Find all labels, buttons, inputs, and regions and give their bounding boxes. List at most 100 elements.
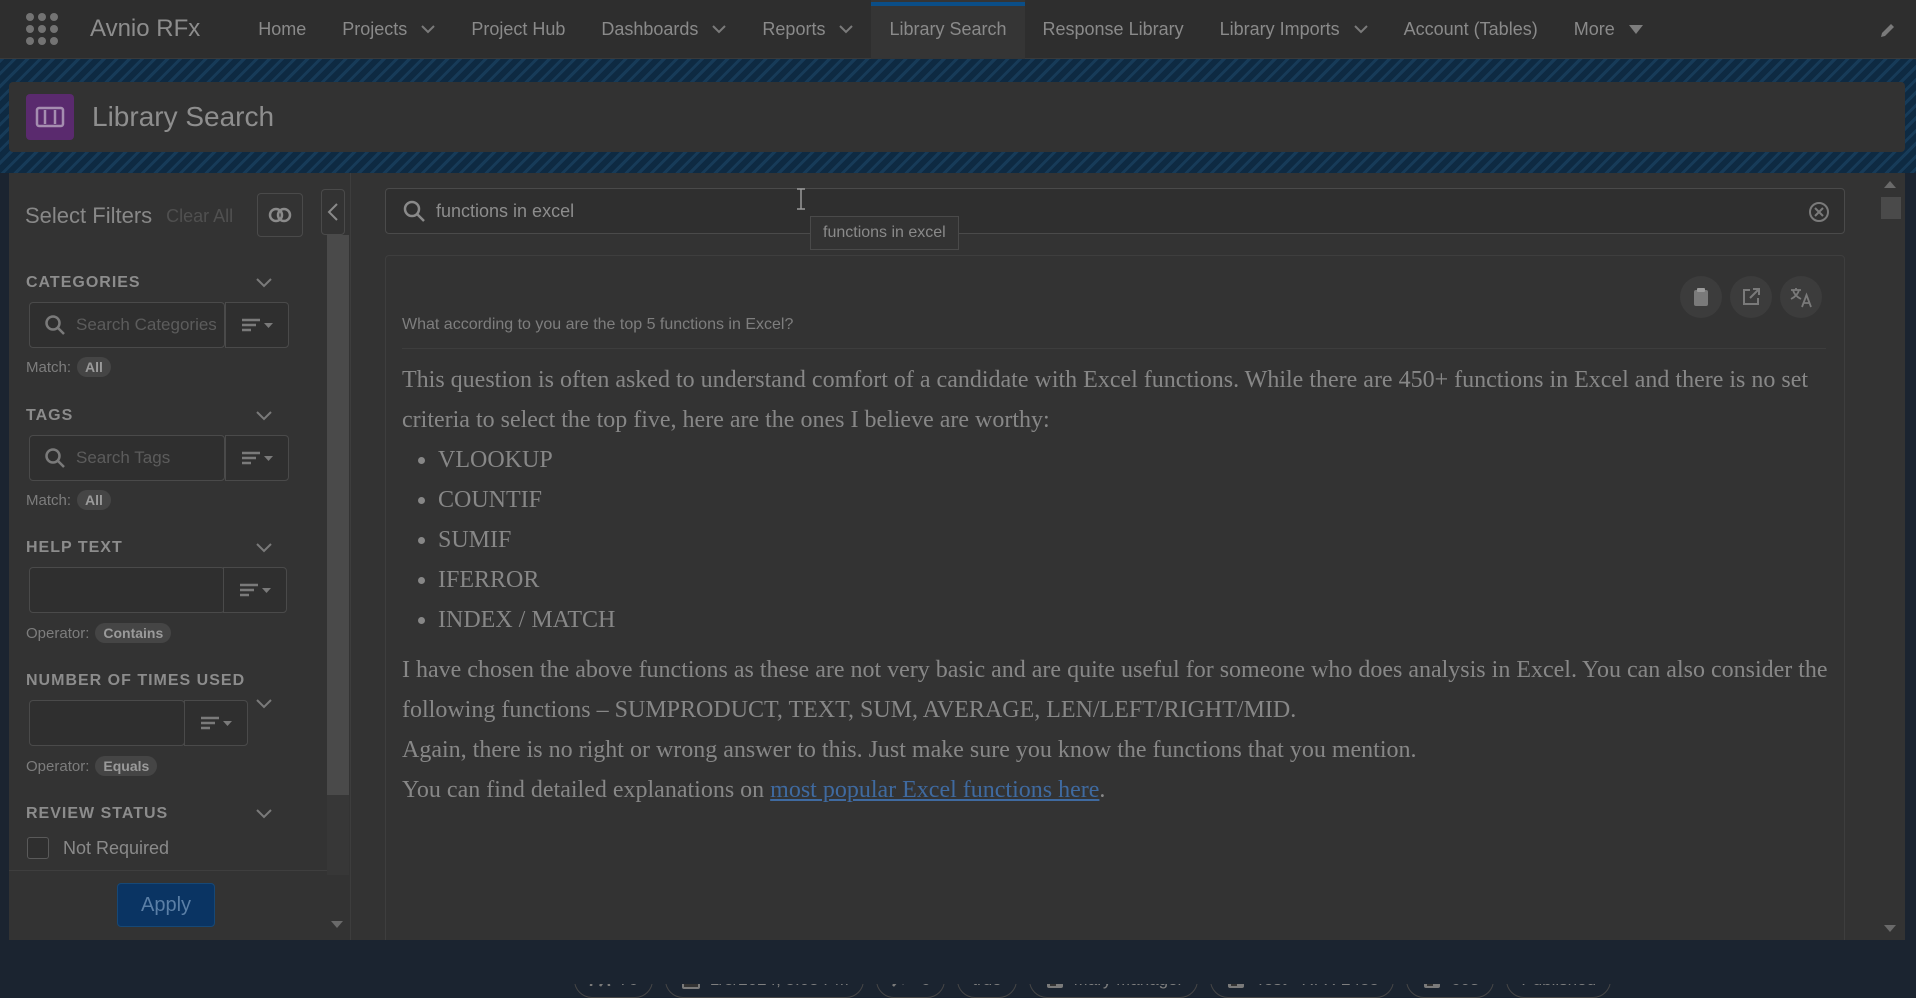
operator-value-pill[interactable]: Equals — [95, 756, 158, 776]
app-launcher-icon[interactable] — [22, 9, 62, 49]
nav-dashboards[interactable]: Dashboards — [583, 0, 744, 59]
nav-label: Library Imports — [1219, 18, 1340, 39]
content-scrollbar-track[interactable] — [1877, 173, 1903, 940]
nav-reports[interactable]: Reports — [744, 0, 871, 59]
checkbox[interactable] — [27, 837, 49, 859]
help-text-label: HELP TEXT — [26, 539, 123, 556]
nav-label: Library Search — [889, 18, 1007, 39]
apply-button[interactable]: Apply — [117, 883, 215, 927]
nav-label: Project Hub — [471, 18, 566, 39]
chevron-down-icon[interactable] — [421, 22, 436, 36]
chevron-down-icon[interactable] — [1353, 22, 1368, 36]
categories-sort-button[interactable] — [225, 302, 289, 348]
nav-more[interactable]: More — [1556, 0, 1661, 59]
tags-search-input[interactable]: Search Tags — [29, 435, 225, 481]
nav-label: More — [1573, 18, 1615, 39]
chevron-down-icon[interactable] — [255, 274, 273, 292]
main-area: Select Filters Clear All CATEGORIES Sear… — [9, 173, 1905, 998]
nav-label: Home — [258, 18, 307, 39]
answer-intro: This question is often asked to understa… — [402, 367, 1809, 433]
chevron-down-icon[interactable] — [255, 539, 273, 557]
book-icon — [26, 94, 74, 140]
excel-functions-link[interactable]: most popular Excel functions here — [770, 777, 1099, 803]
paragraph-text: You can find detailed explanations on — [402, 777, 771, 803]
copy-button[interactable] — [1680, 276, 1722, 318]
answer-paragraph-1: I have chosen the above functions as the… — [402, 657, 1828, 723]
times-used-operator: Operator: Equals — [26, 756, 158, 776]
match-value-pill[interactable]: All — [77, 490, 111, 510]
chevron-down-icon[interactable] — [255, 695, 273, 713]
categories-label: CATEGORIES — [26, 274, 141, 291]
page-title: Library Search — [92, 101, 275, 132]
library-search-input[interactable]: functions in excel — [385, 188, 1845, 234]
search-suggestion[interactable]: functions in excel — [810, 216, 959, 250]
nav-account-tables[interactable]: Account (Tables) — [1386, 0, 1556, 59]
operator-value-pill[interactable]: Contains — [95, 623, 172, 643]
sort-icon — [240, 583, 271, 597]
content-scroll-down-arrow[interactable] — [1884, 925, 1896, 932]
categories-search-input[interactable]: Search Categories — [29, 302, 225, 348]
pencil-icon[interactable] — [1878, 20, 1898, 40]
help-text-sort-button[interactable] — [223, 567, 287, 613]
nav-home[interactable]: Home — [240, 0, 324, 59]
translate-button[interactable] — [1780, 276, 1822, 318]
sidebar-scroll-down-arrow[interactable] — [331, 921, 343, 928]
app-name: Avnio RFx — [90, 15, 201, 42]
operator-label: Operator: — [26, 757, 90, 775]
help-text-operator: Operator: Contains — [26, 623, 172, 643]
open-external-button[interactable] — [1730, 276, 1772, 318]
bottom-strip — [0, 940, 1916, 984]
list-item: INDEX / MATCH — [438, 600, 1832, 640]
tags-placeholder: Search Tags — [76, 448, 171, 467]
clear-all-link[interactable]: Clear All — [166, 206, 233, 227]
answer-paragraph-2: Again, there is no right or wrong answer… — [402, 737, 1417, 763]
review-status-option[interactable]: Not Required — [27, 837, 169, 859]
search-icon — [403, 200, 425, 222]
nav-label: Dashboards — [601, 18, 699, 39]
chevron-down-icon[interactable] — [712, 22, 727, 36]
toggle-filter-button[interactable] — [257, 193, 303, 237]
content-scrollbar-thumb[interactable] — [1881, 197, 1901, 219]
times-used-input[interactable] — [29, 700, 185, 746]
answer-paragraph-3: You can find detailed explanations on mo… — [402, 770, 1832, 810]
times-used-label: NUMBER OF TIMES USED — [26, 672, 246, 689]
help-text-input[interactable] — [29, 567, 225, 613]
content-scroll-up-arrow[interactable] — [1884, 181, 1896, 188]
match-label: Match: — [26, 491, 72, 509]
filters-title: Select Filters — [25, 203, 153, 228]
filters-header: Select Filters Clear All — [25, 191, 325, 241]
list-item: IFERROR — [438, 560, 1832, 600]
collapse-sidebar-button[interactable] — [321, 189, 345, 235]
categories-placeholder: Search Categories — [76, 315, 216, 334]
caret-down-icon — [1628, 24, 1643, 34]
sidebar-scrollbar-thumb[interactable] — [327, 235, 349, 795]
tags-sort-button[interactable] — [225, 435, 289, 481]
operator-label: Operator: — [26, 624, 90, 642]
sidebar-footer: Apply — [9, 870, 327, 940]
categories-match: Match: All — [26, 357, 111, 377]
chevron-down-icon[interactable] — [839, 22, 854, 36]
answer-bullets: VLOOKUP COUNTIF SUMIF IFERROR INDEX / MA… — [402, 440, 1832, 640]
link-toggle-icon — [268, 207, 292, 223]
match-value-pill[interactable]: All — [77, 357, 111, 377]
nav-response-library[interactable]: Response Library — [1025, 0, 1202, 59]
chevron-down-icon[interactable] — [255, 407, 273, 425]
nav-library-search[interactable]: Library Search — [871, 0, 1025, 59]
tags-match: Match: All — [26, 490, 111, 510]
nav-project-hub[interactable]: Project Hub — [453, 0, 583, 59]
chevron-down-icon[interactable] — [255, 805, 273, 823]
answer-body: This question is often asked to understa… — [402, 360, 1832, 810]
nav-library-imports[interactable]: Library Imports — [1202, 0, 1386, 59]
top-navigation: Avnio RFx Home Projects Project Hub Dash… — [0, 0, 1916, 59]
times-used-sort-button[interactable] — [184, 700, 248, 746]
external-link-icon — [1743, 288, 1760, 305]
nav-projects[interactable]: Projects — [324, 0, 453, 59]
page-header: Library Search — [9, 82, 1905, 152]
review-status-label: REVIEW STATUS — [26, 805, 169, 822]
list-item: VLOOKUP — [438, 440, 1832, 480]
question-text: What according to you are the top 5 func… — [402, 316, 794, 333]
tags-label: TAGS — [26, 407, 74, 424]
clear-search-icon[interactable] — [1808, 201, 1830, 223]
search-icon — [45, 448, 65, 468]
list-item: COUNTIF — [438, 480, 1832, 520]
